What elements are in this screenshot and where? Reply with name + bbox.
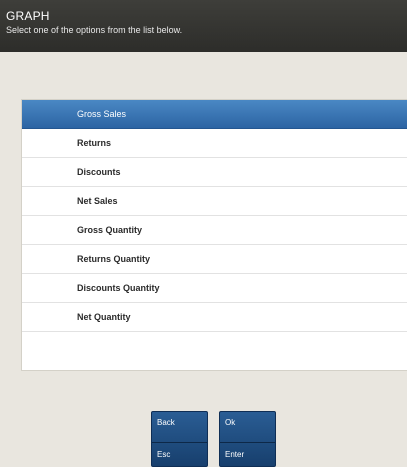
list-item-net-quantity[interactable]: Net Quantity: [22, 303, 407, 332]
list-item-label: Net Sales: [77, 196, 118, 206]
ok-button-label: Ok: [225, 418, 236, 427]
back-button-hotkey: Esc: [157, 450, 171, 459]
list-item-discounts[interactable]: Discounts: [22, 158, 407, 187]
list-item-label: Returns Quantity: [77, 254, 151, 264]
page-title: GRAPH: [6, 9, 50, 23]
list-item-net-sales[interactable]: Net Sales: [22, 187, 407, 216]
key-divider: [152, 442, 207, 443]
ok-button-hotkey: Enter: [225, 450, 245, 459]
page-subtitle: Select one of the options from the list …: [6, 25, 183, 35]
list-item-discounts-quantity[interactable]: Discounts Quantity: [22, 274, 407, 303]
list-item-label: Gross Quantity: [77, 225, 143, 235]
ok-button[interactable]: Ok Enter: [219, 411, 276, 467]
list-item-returns-quantity[interactable]: Returns Quantity: [22, 245, 407, 274]
list-item-gross-sales[interactable]: Gross Sales: [22, 100, 407, 129]
list-item-label: Net Quantity: [77, 312, 131, 322]
list-item-label: Returns: [77, 138, 112, 148]
list-item-label: Gross Sales: [77, 109, 127, 119]
back-button[interactable]: Back Esc: [151, 411, 208, 467]
list-item-returns[interactable]: Returns: [22, 129, 407, 158]
list-item-gross-quantity[interactable]: Gross Quantity: [22, 216, 407, 245]
back-button-label: Back: [157, 418, 175, 427]
list-item-label: Discounts Quantity: [77, 283, 160, 293]
option-list: Gross Sales Returns Discounts Net Sales …: [21, 99, 407, 371]
key-divider: [220, 442, 275, 443]
list-item-label: Discounts: [77, 167, 121, 177]
header-bar: GRAPH Select one of the options from the…: [0, 0, 407, 52]
